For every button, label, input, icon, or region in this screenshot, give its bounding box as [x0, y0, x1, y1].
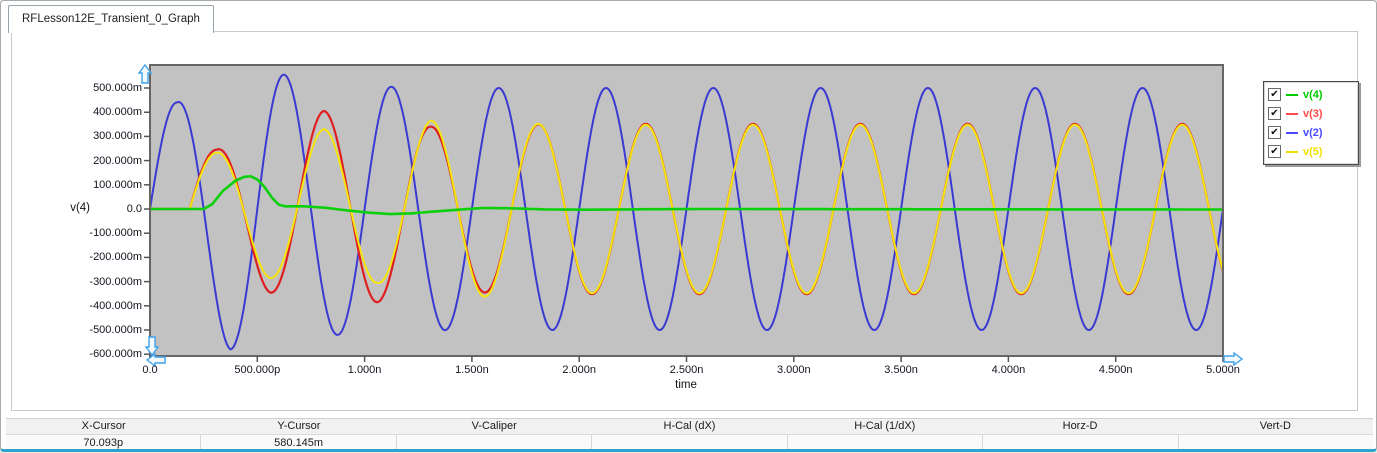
cursor-col-value — [1179, 435, 1373, 449]
cursor-col-header: Vert-D — [1259, 420, 1291, 432]
cursor-col-header: H-Cal (dX) — [663, 420, 716, 432]
cursor-col-value: 580.145m — [201, 435, 397, 449]
x-tick-label: 0.0 — [142, 364, 158, 376]
x-tick-label: 4.000n — [991, 364, 1026, 376]
cursor-col-header: V-Caliper — [471, 420, 517, 432]
x-tick-label: 500.000p — [234, 364, 281, 376]
y-axis-title: v(4) — [70, 202, 90, 214]
y-tick-label: -300.000m — [89, 275, 142, 288]
legend-label: v(3) — [1303, 107, 1323, 120]
legend-checkbox[interactable]: ✔ — [1268, 88, 1281, 101]
cursor-col-header: X-Cursor — [81, 420, 126, 432]
x-tick-label: 3.500n — [884, 364, 918, 376]
x-tick-label: 3.000n — [776, 364, 811, 376]
legend-dash-icon — [1286, 93, 1298, 96]
cursor-col-value — [592, 435, 788, 449]
cursor-readout-table: X-Cursor Y-Cursor V-Caliper H-Cal (dX) H-Cal… — [6, 418, 1373, 449]
y-tick-label: 100.000m — [93, 178, 142, 191]
y-tick-label: 300.000m — [93, 130, 142, 143]
legend-label: v(4) — [1303, 88, 1323, 101]
cursor-col-value — [983, 435, 1179, 449]
legend-checkbox[interactable]: ✔ — [1268, 145, 1281, 158]
legend-checkbox[interactable]: ✔ — [1268, 107, 1281, 120]
legend-box: ✔ v(4) ✔ v(3) ✔ v(2) ✔ v(5) — [1263, 81, 1359, 165]
y-tick-label: -500.000m — [89, 324, 142, 336]
legend-row: ✔ v(4) — [1268, 85, 1354, 104]
legend-checkbox[interactable]: ✔ — [1268, 126, 1281, 139]
y-tick-label: -400.000m — [89, 299, 142, 312]
legend-row: ✔ v(5) — [1268, 142, 1354, 161]
x-tick-label: 1.000n — [347, 364, 382, 376]
legend-row: ✔ v(2) — [1268, 123, 1354, 142]
x-tick-label: 5.000n — [1206, 364, 1240, 376]
cursor-col-value — [397, 435, 593, 449]
x-tick-label: 1.500n — [455, 364, 489, 376]
legend-row: ✔ v(3) — [1268, 104, 1354, 123]
cursor-col-value — [788, 435, 984, 449]
x-axis-title: time — [675, 379, 697, 391]
y-tick-label: 200.000m — [93, 154, 142, 167]
cursor-col-header: Horz-D — [1062, 420, 1098, 432]
x-tick-label: 4.500n — [1098, 364, 1133, 376]
y-tick-label: -600.000m — [89, 348, 142, 361]
x-tick-label: 2.000n — [562, 364, 597, 376]
legend-label: v(2) — [1303, 126, 1323, 139]
graph-window: RFLesson12E_Transient_0_Graph 500.000m 40… — [0, 0, 1377, 452]
legend-label: v(5) — [1303, 145, 1323, 158]
cursor-col-header: Y-Cursor — [277, 420, 321, 432]
legend-dash-icon — [1286, 131, 1298, 134]
cursor-col-header: H-Cal (1/dX) — [854, 420, 916, 432]
cursor-table-header-row: X-Cursor Y-Cursor V-Caliper H-Cal (dX) H-Cal… — [6, 419, 1373, 435]
y-tick-label: 500.000m — [93, 82, 142, 94]
graph-panel: 500.000m 400.000m 300.000m 200.000m 100.000m… — [11, 31, 1358, 411]
plot-area[interactable] — [12, 32, 1357, 410]
legend-dash-icon — [1286, 150, 1298, 153]
legend-dash-icon — [1286, 112, 1298, 115]
y-tick-label: -100.000m — [89, 227, 142, 240]
y-tick-label: 400.000m — [93, 106, 142, 119]
cursor-col-value: 70.093p — [6, 435, 202, 449]
x-tick-label: 2.500n — [669, 364, 704, 376]
y-tick-label: -200.000m — [89, 251, 142, 264]
tab-transient-graph[interactable]: RFLesson12E_Transient_0_Graph — [8, 5, 214, 33]
cursor-table-value-row: 70.093p 580.145m — [6, 435, 1373, 449]
